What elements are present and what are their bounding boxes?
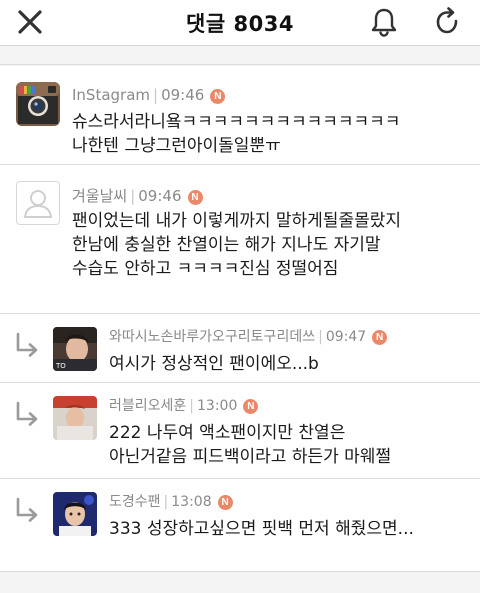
refresh-icon <box>436 7 458 34</box>
spacer <box>0 47 480 65</box>
comment-time: 09:47 <box>325 329 367 345</box>
notification-button[interactable] <box>364 2 404 42</box>
avatar[interactable] <box>53 396 97 440</box>
comment-line: 슈스라서라니욬ㅋㅋㅋㅋㅋㅋㅋㅋㅋㅋㅋㅋㅋㅋ <box>72 112 401 132</box>
reply-item: TO 와따시노손바루가오구리토구리데쓰 | 09:47 N 여시가 정상적인 팬이에오… <box>0 314 480 383</box>
author-name[interactable]: 도경수팬 <box>109 494 161 510</box>
comment-time: 13:08 <box>171 494 212 510</box>
comment-meta: 와따시노손바루가오구리토구리데쓰 | 09:47 N <box>109 326 388 346</box>
new-badge: N <box>372 330 388 345</box>
comment-list: InStagram | 09:46 N 슈스라서라니욬ㅋㅋㅋㅋㅋㅋㅋㅋㅋㅋㅋㅋㅋㅋ 나… <box>0 66 480 572</box>
author-name[interactable]: 겨울날씨 <box>72 187 127 205</box>
comment-line: 아닌거같음 피드백이라고 하든가 마웨쩔 <box>109 447 392 467</box>
new-badge: N <box>243 399 259 414</box>
comment-time: 13:00 <box>197 398 238 414</box>
user-photo-icon: TO <box>53 327 97 371</box>
reply-arrow-icon <box>16 497 38 522</box>
comment-item: InStagram | 09:46 N 슈스라서라니욬ㅋㅋㅋㅋㅋㅋㅋㅋㅋㅋㅋㅋㅋㅋ 나… <box>0 66 480 165</box>
comment-text: 슈스라서라니욬ㅋㅋㅋㅋㅋㅋㅋㅋㅋㅋㅋㅋㅋㅋ 나한텐 그냥그런아이돌일뿐ㅠ <box>72 110 467 158</box>
comment-meta: InStagram | 09:46 N <box>72 86 226 104</box>
user-photo-icon <box>53 492 97 536</box>
avatar[interactable] <box>53 492 97 536</box>
comment-meta: 도경수팬 | 13:08 N <box>109 491 233 511</box>
reply-arrow-icon <box>16 332 38 357</box>
comment-time: 09:46 <box>138 187 182 205</box>
author-name[interactable]: 러블리오세훈 <box>109 398 186 414</box>
new-badge: N <box>217 495 233 510</box>
comment-text: 333 성장하고싶으면 핏백 먼저 해줬으면... <box>109 517 469 541</box>
refresh-button[interactable] <box>428 2 468 42</box>
comment-line: 나한텐 그냥그런아이돌일뿐ㅠ <box>72 136 281 156</box>
comment-time: 09:46 <box>161 86 205 104</box>
comment-meta: 겨울날씨 | 09:46 N <box>72 185 203 206</box>
comment-meta: 러블리오세훈 | 13:00 N <box>109 395 259 415</box>
comment-text: 222 나두여 액소팬이지만 찬열은 아닌거같음 피드백이라고 하든가 마웨쩔 <box>109 421 469 469</box>
comment-line: 333 성장하고싶으면 핏백 먼저 해줬으면... <box>109 519 414 539</box>
comment-line: 수습도 안하고 ㅋㅋㅋㅋ진심 정떨어짐 <box>72 259 339 279</box>
author-name[interactable]: InStagram <box>72 86 150 104</box>
new-badge: N <box>210 89 226 104</box>
top-bar: 댓글 8034 <box>0 0 480 46</box>
comment-line: 222 나두여 액소팬이지만 찬열은 <box>109 423 346 443</box>
avatar[interactable]: TO <box>53 327 97 371</box>
avatar[interactable] <box>16 181 60 225</box>
reply-arrow-icon <box>16 401 38 426</box>
reply-item: 도경수팬 | 13:08 N 333 성장하고싶으면 핏백 먼저 해줬으면... <box>0 479 480 572</box>
comment-text: 팬이었는데 내가 이렇게까지 말하게될줄몰랐지 한남에 충실한 찬열이는 해가 … <box>72 209 467 281</box>
user-photo-icon <box>53 396 97 440</box>
page-title: 댓글 8034 <box>186 12 294 36</box>
instagram-logo-icon <box>16 82 60 126</box>
comment-text: 여시가 정상적인 팬이에오...b <box>109 352 469 376</box>
comment-line: 여시가 정상적인 팬이에오...b <box>109 354 319 374</box>
avatar[interactable] <box>16 82 60 126</box>
bell-icon <box>371 8 397 37</box>
new-badge: N <box>187 190 203 205</box>
default-user-icon <box>23 190 53 218</box>
author-name[interactable]: 와따시노손바루가오구리토구리데쓰 <box>109 329 315 345</box>
svg-text:TO: TO <box>55 362 66 370</box>
reply-item: 러블리오세훈 | 13:00 N 222 나두여 액소팬이지만 찬열은 아닌거같음 피… <box>0 383 480 479</box>
comment-line: 팬이었는데 내가 이렇게까지 말하게될줄몰랐지 <box>72 211 402 231</box>
comment-item: 겨울날씨 | 09:46 N 팬이었는데 내가 이렇게까지 말하게될줄몰랐지 한남에 … <box>0 165 480 314</box>
comment-line: 한남에 충실한 찬열이는 해가 지나도 자기말 <box>72 235 381 255</box>
